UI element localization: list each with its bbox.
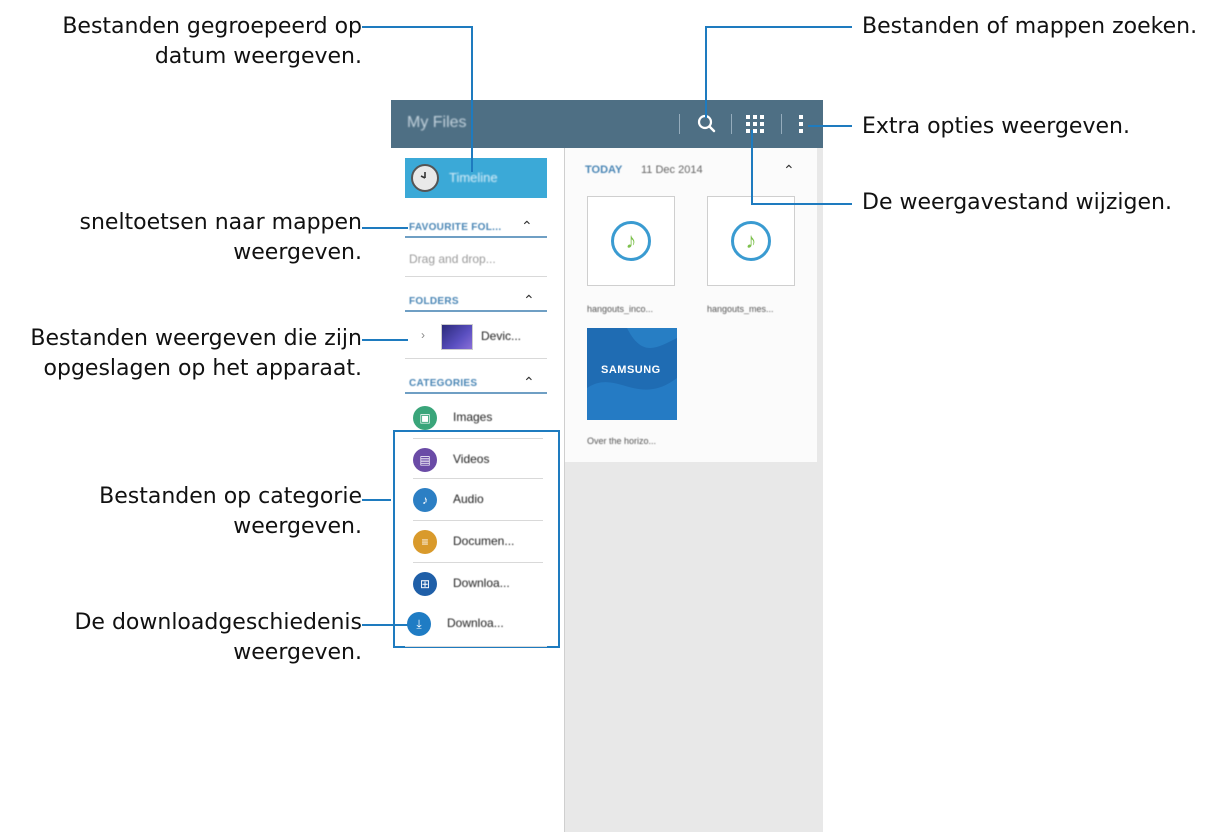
divider	[413, 562, 543, 563]
folders-header: FOLDERS	[409, 296, 459, 307]
file-name: hangouts_inco...	[587, 304, 654, 314]
category-label: Documen...	[453, 534, 515, 548]
file-name: hangouts_mes...	[707, 304, 774, 314]
divider	[413, 520, 543, 521]
annotation-downloads: De downloadgeschiedenis weergeven.	[74, 608, 362, 668]
separator	[781, 114, 782, 134]
favourites-header: FAVOURITE FOL...	[409, 222, 502, 233]
music-note-icon: ♪	[413, 488, 437, 512]
category-downloaded-apps[interactable]: ⊞ Downloa...	[413, 564, 543, 604]
divider	[413, 438, 543, 439]
category-label: Images	[453, 410, 493, 424]
section-divider	[405, 310, 547, 312]
category-label: Audio	[453, 492, 484, 506]
video-icon: ▤	[413, 448, 437, 472]
music-file-icon: ♪	[611, 221, 651, 261]
timeline-group-card: TODAY 11 Dec 2014 ⌃ ♪ hangouts_inco... ♪…	[565, 148, 817, 462]
category-videos[interactable]: ▤ Videos	[413, 440, 543, 480]
file-thumbnail: ♪	[707, 196, 795, 286]
annotation-line: Bestanden op categorie	[99, 484, 362, 509]
separator	[679, 114, 680, 134]
download-history-label: Downloa...	[447, 616, 504, 630]
timeline-button[interactable]: Timeline	[405, 158, 547, 198]
file-name: Over the horizo...	[587, 436, 657, 446]
chevron-up-icon[interactable]: ⌃	[523, 374, 535, 391]
app-title: My Files	[407, 114, 467, 131]
category-documents[interactable]: ≡ Documen...	[413, 522, 543, 562]
more-options-icon[interactable]	[787, 110, 815, 138]
annotation-line: weergeven.	[233, 240, 362, 265]
annotation-line: datum weergeven.	[154, 44, 362, 69]
folder-item-label: Devic...	[481, 329, 522, 343]
timeline-label: Timeline	[449, 170, 498, 185]
clock-icon	[411, 164, 439, 192]
file-thumbnail: ♪	[587, 196, 675, 286]
divider	[405, 358, 547, 359]
category-label: Videos	[453, 452, 490, 466]
category-label: Downloa...	[453, 576, 510, 590]
app-bar: My Files	[391, 100, 823, 148]
image-icon: ▣	[413, 406, 437, 430]
date-header-label: TODAY	[585, 164, 623, 176]
chevron-up-icon[interactable]: ⌃	[783, 162, 795, 179]
annotation-favourites: sneltoetsen naar mappen weergeven.	[80, 208, 363, 268]
annotation-line: opgeslagen op het apparaat.	[43, 356, 362, 381]
chevron-up-icon[interactable]: ⌃	[523, 292, 535, 309]
samsung-image-thumbnail: SAMSUNG	[587, 328, 677, 420]
annotation-line: De downloadgeschiedenis	[74, 610, 362, 635]
chevron-right-icon: ›	[421, 328, 425, 342]
favourites-hint: Drag and drop...	[409, 252, 496, 266]
file-tile[interactable]: ♪ hangouts_mes...	[707, 196, 799, 320]
chevron-up-icon[interactable]: ⌃	[521, 218, 533, 235]
divider	[413, 478, 543, 479]
annotation-line: weergeven.	[233, 514, 362, 539]
date-header-date: 11 Dec 2014	[641, 164, 703, 176]
divider	[405, 646, 547, 647]
file-tile[interactable]: ♪ hangouts_inco...	[587, 196, 679, 320]
folder-item-device[interactable]: › Devic...	[405, 318, 547, 356]
annotation-search: Bestanden of mappen zoeken.	[862, 14, 1198, 39]
samsung-wordmark: SAMSUNG	[601, 364, 661, 376]
category-images[interactable]: ▣ Images	[413, 398, 543, 438]
section-divider	[405, 236, 547, 238]
category-audio[interactable]: ♪ Audio	[413, 480, 543, 520]
annotation-line: weergeven.	[233, 640, 362, 665]
section-divider	[405, 392, 547, 394]
phone-screen: My Files Timeline FAVOURITE FOL... ⌃ Dra…	[391, 100, 823, 832]
apps-icon: ⊞	[413, 572, 437, 596]
annotation-more: Extra opties weergeven.	[862, 114, 1130, 139]
music-file-icon: ♪	[731, 221, 771, 261]
categories-header: CATEGORIES	[409, 378, 478, 389]
divider	[405, 276, 547, 277]
separator	[731, 114, 732, 134]
grid-view-icon[interactable]	[741, 110, 769, 138]
annotation-line: Bestanden gegroepeerd op	[62, 14, 362, 39]
annotation-line: sneltoetsen naar mappen	[79, 210, 363, 235]
annotation-view: De weergavestand wijzigen.	[862, 190, 1172, 215]
search-icon[interactable]	[693, 110, 721, 138]
annotation-timeline: Bestanden gegroepeerd op datum weergeven…	[62, 12, 362, 72]
annotation-device: Bestanden weergeven die zijn opgeslagen …	[30, 324, 362, 384]
device-storage-icon	[441, 324, 473, 350]
content-pane: TODAY 11 Dec 2014 ⌃ ♪ hangouts_inco... ♪…	[565, 148, 823, 832]
download-icon: ⤓	[407, 612, 431, 636]
navigation-pane: Timeline FAVOURITE FOL... ⌃ Drag and dro…	[391, 148, 565, 832]
file-tile[interactable]: SAMSUNG Over the horizo...	[587, 328, 679, 452]
annotation-categories: Bestanden op categorie weergeven.	[99, 482, 362, 542]
annotation-line: Bestanden weergeven die zijn	[30, 326, 362, 351]
document-icon: ≡	[413, 530, 437, 554]
download-history-item[interactable]: ⤓ Downloa...	[407, 604, 543, 644]
